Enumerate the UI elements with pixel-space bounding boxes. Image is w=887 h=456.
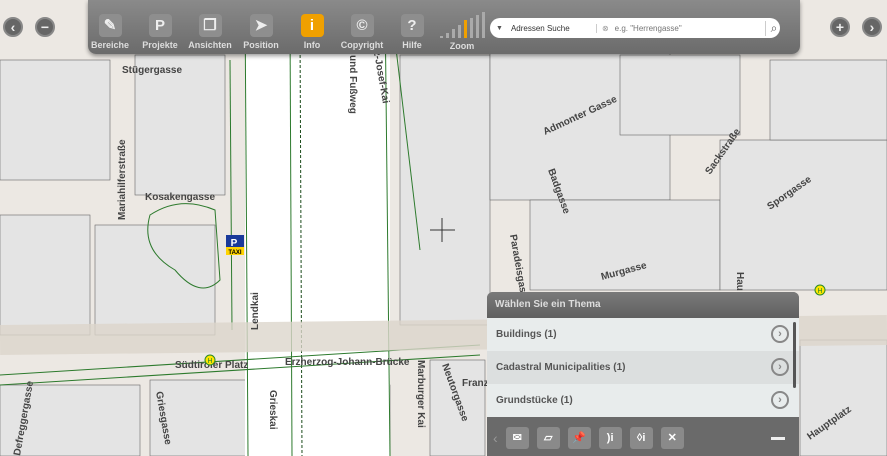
list-item[interactable]: Buildings (1) › <box>487 318 799 351</box>
copyright-icon: © <box>350 14 374 37</box>
main-toolbar: ✎ Bereiche P Projekte ❐ Ansichten ➤ Position… <box>88 0 800 54</box>
search-input[interactable] <box>614 23 765 33</box>
chevron-right-icon[interactable]: › <box>771 325 789 343</box>
minimize-button[interactable] <box>771 436 785 440</box>
forward-button[interactable]: › <box>862 17 882 37</box>
search-icon[interactable]: ⌕ <box>764 20 777 36</box>
svg-text:Marburger Kai: Marburger Kai <box>415 360 426 428</box>
svg-text:Grieskai: Grieskai <box>267 390 278 430</box>
svg-text:H: H <box>207 358 212 365</box>
svg-text:TAXI: TAXI <box>228 250 242 256</box>
panel-title: Wählen Sie ein Thema <box>487 292 799 318</box>
svg-text:H: H <box>817 288 822 295</box>
svg-text:P: P <box>231 238 238 249</box>
zoom-out-button[interactable]: − <box>35 17 55 37</box>
back-arrow-icon[interactable]: ‹ <box>493 430 498 446</box>
svg-text:Hau: Hau <box>734 272 745 291</box>
polygon-info-icon: ◊i <box>636 432 646 444</box>
pushpin-icon: 📌 <box>572 432 587 444</box>
line-info-icon: )i <box>606 432 614 444</box>
toolbar-projekte[interactable]: P Projekte <box>138 14 182 50</box>
list-item[interactable]: Grundstücke (1) › <box>487 384 799 417</box>
add-layer-button[interactable]: ▱ <box>536 427 560 449</box>
toolbar-info[interactable]: i Info <box>290 14 334 50</box>
layers-add-icon: ▱ <box>543 432 553 444</box>
toolbar-ansichten[interactable]: ❐ Ansichten <box>188 14 232 50</box>
toolbar-bereiche[interactable]: ✎ Bereiche <box>88 14 132 50</box>
zoom-slider[interactable] <box>440 12 485 38</box>
dropdown-arrow-icon[interactable]: ▼ <box>496 25 503 32</box>
list-item[interactable]: Cadastral Municipalities (1) › <box>487 351 799 384</box>
scrollbar[interactable] <box>793 322 796 388</box>
taxi-parking-icon: P TAXI <box>226 235 244 256</box>
svg-text:Franz: Franz <box>462 378 489 389</box>
bus-stop-icon: H <box>204 354 216 366</box>
clear-icon[interactable]: ⊗ <box>595 23 609 33</box>
svg-text:Lendkai: Lendkai <box>250 292 261 330</box>
theme-panel: Wählen Sie ein Thema Buildings (1) › Cada… <box>487 292 799 456</box>
area-info-button[interactable]: ◊i <box>629 427 653 449</box>
toolbar-hilfe[interactable]: ? Hilfe <box>390 14 434 50</box>
envelope-icon: ✉ <box>512 432 522 444</box>
zoom-label: Zoom <box>449 41 475 51</box>
ruler-icon: ✎ <box>98 14 122 37</box>
svg-text:Stügergasse: Stügergasse <box>122 65 182 76</box>
svg-text:Mariahilferstraße: Mariahilferstraße <box>117 139 128 220</box>
bus-stop-icon: H <box>814 284 826 296</box>
address-search: ▼ Adressen Suche ⊗ ⌕ <box>490 18 780 38</box>
pin-button[interactable]: 📌 <box>567 427 591 449</box>
toolbar-copyright[interactable]: © Copyright <box>340 14 384 50</box>
svg-text:Erzherzog-Johann-Brücke: Erzherzog-Johann-Brücke <box>285 357 410 368</box>
info-icon: i <box>300 14 324 37</box>
help-icon: ? <box>400 14 424 37</box>
toolbar-position[interactable]: ➤ Position <box>239 14 283 50</box>
line-info-button[interactable]: )i <box>598 427 622 449</box>
search-mode-select[interactable]: Adressen Suche <box>511 24 596 33</box>
zoom-in-button[interactable]: + <box>830 17 850 37</box>
back-button[interactable]: ‹ <box>3 17 23 37</box>
email-button[interactable]: ✉ <box>505 427 529 449</box>
chevron-right-icon[interactable]: › <box>771 391 789 409</box>
close-icon: ✕ <box>667 432 677 444</box>
location-arrow-icon: ➤ <box>249 14 273 37</box>
views-icon: ❐ <box>198 14 222 37</box>
projects-icon: P <box>148 14 172 37</box>
close-button[interactable]: ✕ <box>660 427 684 449</box>
svg-text:Kosakengasse: Kosakengasse <box>145 192 215 203</box>
chevron-right-icon[interactable]: › <box>771 358 789 376</box>
